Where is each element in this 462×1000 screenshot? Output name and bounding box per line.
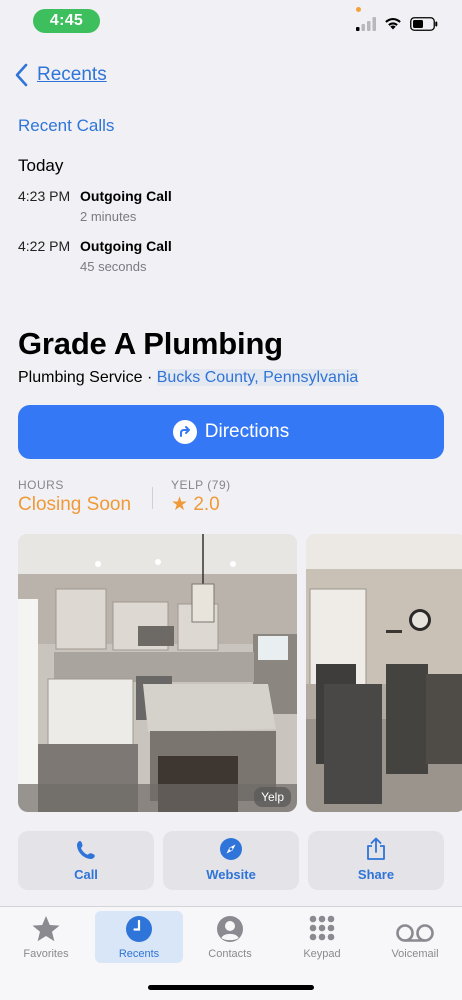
phone-icon <box>77 841 95 859</box>
voicemail-icon <box>396 924 434 942</box>
tab-contacts[interactable]: Contacts <box>186 911 274 963</box>
share-icon <box>367 837 385 860</box>
wifi-icon <box>385 18 401 30</box>
chevron-left-icon <box>15 63 28 87</box>
hours-status[interactable]: Closing Soon <box>18 494 131 516</box>
status-time: 4:45 <box>33 9 100 33</box>
call-type: Outgoing Call <box>80 188 172 204</box>
tab-keypad[interactable]: Keypad <box>278 911 366 963</box>
rating-value: 2.0 <box>193 494 220 515</box>
compass-icon <box>220 838 242 860</box>
call-duration: 45 seconds <box>80 259 147 274</box>
directions-arrow-icon <box>172 420 197 444</box>
tab-label: Contacts <box>208 948 252 960</box>
star-icon: ★ <box>171 494 189 515</box>
day-label: Today <box>18 156 64 175</box>
call-duration: 2 minutes <box>80 209 137 224</box>
call-label[interactable]: Call <box>74 867 98 882</box>
call-type: Outgoing Call <box>80 238 172 254</box>
directions-button[interactable]: Directions <box>18 405 444 459</box>
tab-label: Recents <box>118 948 160 960</box>
dining-photo-image <box>306 534 462 812</box>
home-indicator[interactable] <box>148 985 314 990</box>
share-label[interactable]: Share <box>358 867 394 882</box>
star-icon <box>32 916 60 942</box>
clock-icon <box>126 916 152 942</box>
business-location-link[interactable]: Bucks County, Pennsylvania <box>156 369 359 386</box>
tab-favorites[interactable]: Favorites <box>2 911 90 963</box>
hours-label: HOURS <box>18 478 64 492</box>
back-button[interactable]: Recents <box>14 60 107 90</box>
kitchen-photo-image <box>18 534 297 812</box>
battery-icon <box>410 17 438 31</box>
tab-recents[interactable]: Recents <box>95 911 183 963</box>
status-bar: 4:45 <box>0 0 462 44</box>
yelp-rating[interactable]: ★ 2.0 <box>171 493 220 516</box>
website-button[interactable]: Website <box>163 831 299 890</box>
back-label[interactable]: Recents <box>37 64 107 86</box>
yelp-label: YELP (79) <box>171 478 231 492</box>
website-label[interactable]: Website <box>206 867 256 882</box>
cellular-signal-icon <box>356 17 376 31</box>
tab-label: Voicemail <box>391 948 439 960</box>
business-photo-dining[interactable] <box>306 534 462 812</box>
business-name: Grade A Plumbing <box>18 326 283 361</box>
recent-calls-title: Recent Calls <box>18 116 115 135</box>
tab-label: Favorites <box>23 948 69 960</box>
tab-label: Keypad <box>303 948 341 960</box>
person-icon <box>217 916 243 942</box>
call-button[interactable]: Call <box>18 831 154 890</box>
business-subtitle: Plumbing Service · Bucks County, Pennsyl… <box>18 369 359 387</box>
tab-voicemail[interactable]: Voicemail <box>371 911 459 963</box>
directions-label[interactable]: Directions <box>205 421 289 443</box>
share-button[interactable]: Share <box>308 831 444 890</box>
call-time: 4:22 PM <box>18 238 71 254</box>
business-photo-kitchen[interactable]: Yelp <box>18 534 297 812</box>
photo-source-tag: Yelp <box>254 787 291 807</box>
call-time: 4:23 PM <box>18 188 71 204</box>
privacy-indicator <box>356 7 361 12</box>
keypad-icon <box>309 915 335 941</box>
info-divider <box>152 487 153 509</box>
business-category: Plumbing Service · <box>18 369 157 386</box>
